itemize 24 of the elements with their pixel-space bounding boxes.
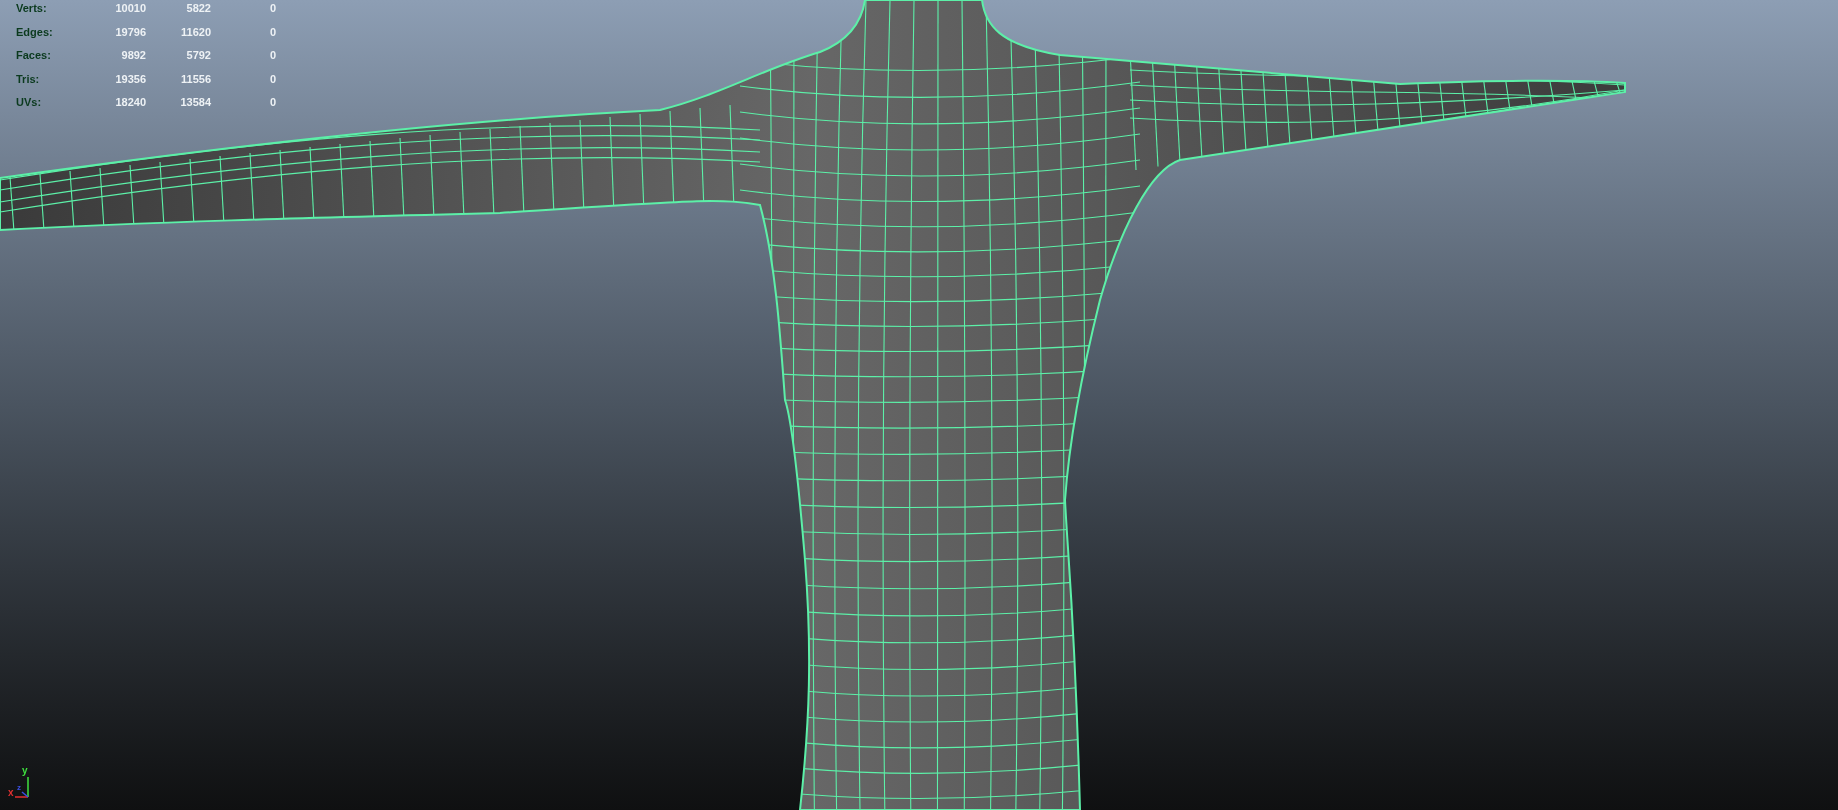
stat-value: 10010: [114, 1, 146, 16]
stat-value: 11620: [180, 24, 211, 40]
stat-value: 19796: [114, 24, 146, 40]
axis-label: y: [22, 766, 28, 776]
axis-label: z: [17, 784, 21, 792]
stat-label: Edges:: [16, 24, 54, 40]
stat-value: 5822: [185, 1, 211, 16]
stat-label: Verts:: [16, 1, 48, 16]
stat-value: 11556: [180, 71, 211, 87]
stat-value: 0: [268, 48, 276, 63]
stat-value: 13584: [179, 95, 211, 110]
axis-gizmo-icon: [13, 777, 30, 799]
stat-value: 18240: [114, 95, 146, 110]
axis-label: x: [8, 788, 14, 798]
stat-value: 0: [268, 24, 276, 40]
stat-value: 0: [268, 95, 276, 110]
stat-label: UVs:: [16, 95, 43, 110]
stat-value: 9892: [120, 48, 146, 63]
stat-label: Faces:: [16, 48, 52, 63]
stat-value: 5792: [185, 48, 211, 63]
stat-label: Tris:: [16, 71, 41, 87]
stat-value: 0: [268, 71, 276, 87]
stat-value: 19356: [114, 71, 146, 87]
stat-value: 0: [268, 1, 276, 16]
